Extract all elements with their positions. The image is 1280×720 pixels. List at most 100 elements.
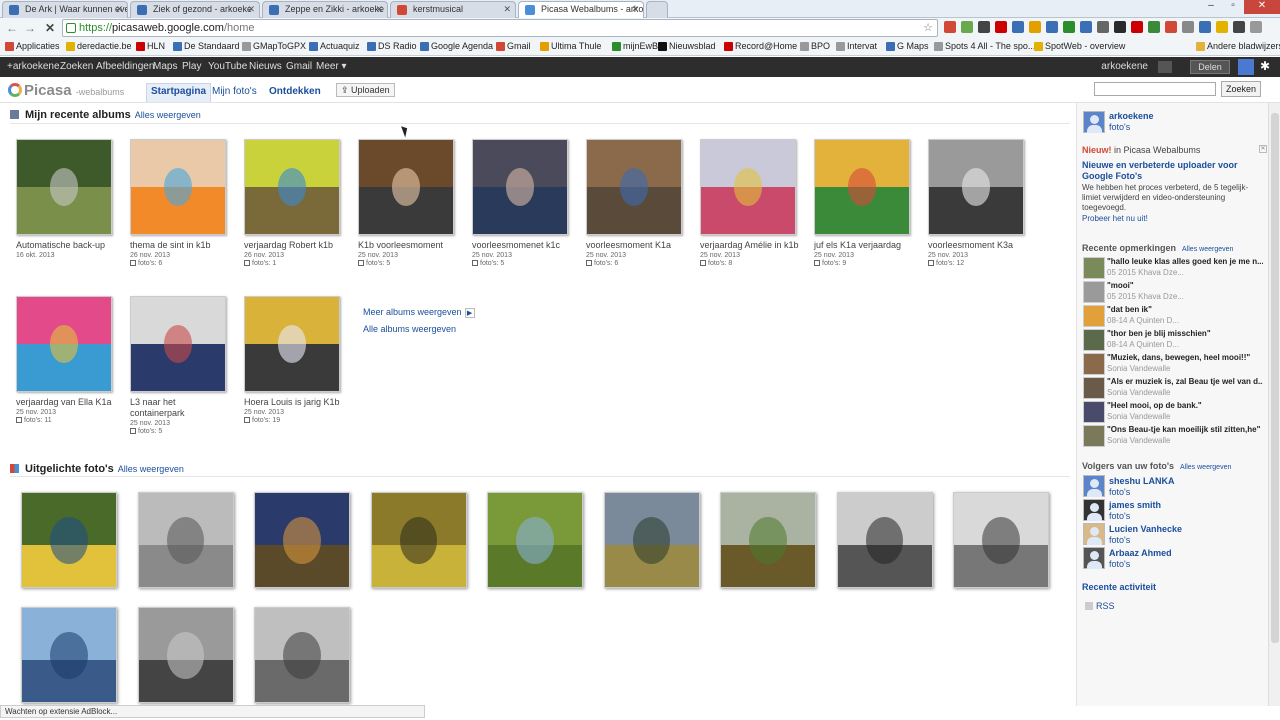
featured-photo-bw-portrait[interactable]	[836, 492, 933, 588]
album-thumbnail[interactable]	[16, 296, 112, 392]
close-window-icon[interactable]: ✕	[1244, 0, 1280, 14]
gbar-item[interactable]: YouTube	[208, 61, 247, 72]
extension-icon[interactable]	[1148, 21, 1160, 33]
close-tab-icon[interactable]: ✕	[375, 4, 383, 15]
comment-thumbnail[interactable]	[1083, 425, 1105, 447]
gbar-item[interactable]: Afbeeldingen	[96, 61, 154, 72]
recent-activity-heading[interactable]: Recente activiteit	[1082, 582, 1156, 592]
gbar-item[interactable]: Zoeken	[60, 61, 93, 72]
featured-photo-misty-trees[interactable]	[137, 492, 234, 588]
follower-item[interactable]: james smith foto's	[1109, 500, 1161, 522]
album-item[interactable]: juf els K1a verjaardag 25 nov. 2013 foto's…	[814, 139, 914, 267]
album-title[interactable]: K1b voorleesmoment	[358, 240, 458, 251]
featured-photo-mountain-valley[interactable]	[603, 492, 700, 588]
album-title[interactable]: verjaardag van Ella K1a	[16, 397, 116, 408]
browser-tab-3[interactable]: Zeppe en Zikki - arkoeke ✕	[262, 1, 388, 18]
extension-icon[interactable]	[1165, 21, 1177, 33]
avatar[interactable]	[1083, 475, 1105, 497]
stop-icon[interactable]: ✕	[42, 20, 58, 36]
featured-photo-blue-car[interactable]	[21, 607, 117, 703]
featured-photo-foggy-forest[interactable]	[254, 607, 350, 703]
bookmark-item[interactable]: Ultima Thule	[540, 41, 601, 51]
album-thumbnail[interactable]	[244, 296, 340, 392]
gbar-item[interactable]: Maps	[153, 61, 177, 72]
new-tab-button[interactable]	[646, 1, 668, 18]
rss-link[interactable]: RSS	[1085, 601, 1115, 611]
extension-icon[interactable]	[1199, 21, 1211, 33]
follower-item[interactable]: sheshu LANKA foto's	[1109, 476, 1175, 498]
bookmark-item[interactable]: Google Agenda	[420, 41, 493, 51]
followers-all-link[interactable]: Alles weergeven	[1180, 464, 1231, 471]
try-link[interactable]: Probeer het nu uit!	[1082, 213, 1262, 224]
comment-thumbnail[interactable]	[1083, 377, 1105, 399]
bookmark-item[interactable]: deredactie.be	[66, 41, 132, 51]
album-item[interactable]: verjaardag van Ella K1a 25 nov. 2013 foto'…	[16, 296, 116, 424]
extension-icon[interactable]	[1216, 21, 1228, 33]
featured-photo-yellow-figure[interactable]	[370, 492, 467, 588]
forward-icon[interactable]: →	[22, 20, 38, 36]
album-item[interactable]: voorleesmoment K3a 25 nov. 2013 foto's: 12	[928, 139, 1028, 267]
comment-thumbnail[interactable]	[1083, 401, 1105, 423]
comment-thumbnail[interactable]	[1083, 281, 1105, 303]
avatar[interactable]	[1238, 59, 1254, 75]
album-thumbnail[interactable]	[244, 139, 340, 235]
browser-tab-5[interactable]: Picasa Webalbums - arko ✕	[518, 1, 644, 18]
album-thumbnail[interactable]	[16, 139, 112, 235]
avatar[interactable]	[1083, 499, 1105, 521]
more-albums-link[interactable]: Meer albums weergeven ▶	[363, 307, 475, 318]
comment-thumbnail[interactable]	[1083, 353, 1105, 375]
comment-thumbnail[interactable]	[1083, 305, 1105, 327]
extension-icon[interactable]	[1233, 21, 1245, 33]
album-thumbnail[interactable]	[928, 139, 1024, 235]
extension-icon[interactable]	[1131, 21, 1143, 33]
extension-icon[interactable]	[1080, 21, 1092, 33]
tab-mijn-fotos[interactable]: Mijn foto's	[208, 84, 261, 99]
bookmark-star-icon[interactable]: ☆	[923, 21, 933, 34]
tab-ontdekken[interactable]: Ontdekken	[265, 84, 325, 99]
comment-item[interactable]: "dat ben ik" 08-14 A Quinten D...	[1083, 305, 1265, 327]
album-title[interactable]: verjaardag Amélie in k1b	[700, 240, 800, 251]
album-thumbnail[interactable]	[700, 139, 796, 235]
bookmark-item[interactable]: Record@Home	[724, 41, 797, 51]
gbar-item[interactable]: Gmail	[286, 61, 312, 72]
avatar[interactable]	[1083, 111, 1105, 133]
maximize-icon[interactable]: ▫	[1222, 0, 1244, 14]
featured-all-link[interactable]: Alles weergeven	[118, 464, 184, 474]
bookmark-item[interactable]: DS Radio	[367, 41, 417, 51]
extension-icon[interactable]	[1097, 21, 1109, 33]
bookmark-item[interactable]: BPO	[800, 41, 830, 51]
album-title[interactable]: thema de sint in k1b	[130, 240, 230, 251]
album-item[interactable]: voorleesmomenet k1c 25 nov. 2013 foto's: 5	[472, 139, 572, 267]
extension-icon[interactable]	[978, 21, 990, 33]
featured-photo-bw-architecture[interactable]	[953, 492, 1049, 588]
album-title[interactable]: voorleesmoment K1a	[586, 240, 686, 251]
recent-albums-all-link[interactable]: Alles weergeven	[135, 110, 201, 120]
gbar-item[interactable]: Meer ▾	[316, 61, 347, 72]
bookmark-item[interactable]: SpotWeb - overview	[1034, 41, 1125, 51]
bookmark-item[interactable]: Nieuwsblad	[658, 41, 716, 51]
album-title[interactable]: Hoera Louis is jarig K1b	[244, 397, 344, 408]
album-title[interactable]: Automatische back-up	[16, 240, 116, 251]
share-button[interactable]: Delen	[1190, 60, 1230, 74]
album-title[interactable]: verjaardag Robert k1b	[244, 240, 344, 251]
comment-item[interactable]: "Muziek, dans, bewegen, heel mooi!!" Soni…	[1083, 353, 1265, 375]
album-thumbnail[interactable]	[586, 139, 682, 235]
album-item[interactable]: verjaardag Amélie in k1b 25 nov. 2013 foto…	[700, 139, 800, 267]
featured-photo-tree-landscape[interactable]	[720, 492, 816, 588]
album-thumbnail[interactable]	[472, 139, 568, 235]
uploader-link[interactable]: Nieuwe en verbeterde uploader voor Googl…	[1082, 160, 1262, 182]
bookmark-item[interactable]: De Standaard	[173, 41, 240, 51]
browser-tab-1[interactable]: De Ark | Waar kunnen eve ✕	[2, 1, 128, 18]
extension-icon[interactable]	[1114, 21, 1126, 33]
comment-item[interactable]: "Als er muziek is, zal Beau tje wel van …	[1083, 377, 1265, 399]
bookmark-item[interactable]: Gmail	[496, 41, 531, 51]
close-tab-icon[interactable]: ✕	[503, 4, 511, 15]
album-item[interactable]: K1b voorleesmoment 25 nov. 2013 foto's: 5	[358, 139, 458, 267]
search-button[interactable]: Zoeken	[1221, 81, 1261, 97]
gbar-item[interactable]: +arkoekene	[7, 61, 60, 72]
upload-button[interactable]: ⇪ Uploaden	[336, 83, 395, 97]
extension-icon[interactable]	[1063, 21, 1075, 33]
close-tab-icon[interactable]: ✕	[115, 4, 123, 15]
scrollbar-thumb[interactable]	[1271, 113, 1279, 643]
bookmark-item[interactable]: G Maps	[886, 41, 929, 51]
